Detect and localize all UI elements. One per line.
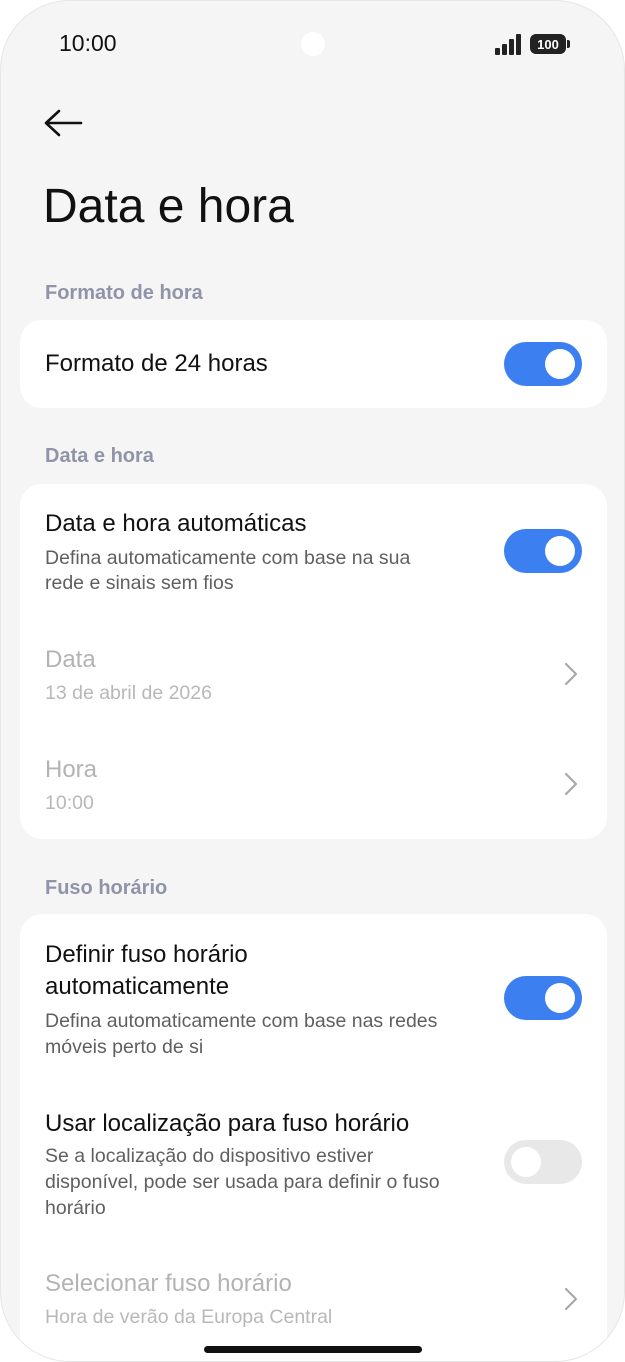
row-value: 10:00	[45, 792, 94, 814]
camera-cutout	[301, 32, 325, 56]
arrow-left-icon	[44, 109, 83, 137]
row-title: Hora	[45, 756, 98, 783]
row-subtitle: rede e sinais sem fios	[45, 572, 234, 594]
card-date-time: Data e hora automáticas Defina automatic…	[20, 484, 607, 839]
back-button[interactable]	[41, 103, 85, 143]
row-location-timezone[interactable]: Usar localização para fuso horário Se a …	[20, 1084, 607, 1234]
status-time: 10:00	[59, 30, 117, 56]
row-subtitle: Defina automaticamente com base na sua	[45, 547, 411, 569]
row-value: Hora de verão da Europa Central	[45, 1306, 333, 1328]
signal-icon	[495, 33, 523, 55]
page-title: Data e hora	[43, 180, 294, 233]
chevron-right-icon	[564, 662, 578, 686]
row-24h-format[interactable]: Formato de 24 horas	[20, 320, 607, 408]
phone-screen: 10:00 100 Data e hora Formato de hora Fo…	[0, 0, 625, 1362]
row-value: 13 de abril de 2026	[45, 682, 212, 704]
row-time[interactable]: Hora 10:00	[20, 734, 607, 834]
row-title: Data e hora automáticas	[45, 510, 307, 537]
section-label-date-time: Data e hora	[45, 445, 154, 467]
row-title: Formato de 24 horas	[45, 350, 268, 377]
row-title: Selecionar fuso horário	[45, 1270, 292, 1297]
row-subtitle: Se a localização do dispositivo estiver	[45, 1145, 374, 1167]
row-select-timezone[interactable]: Selecionar fuso horário Hora de verão da…	[20, 1254, 607, 1354]
row-title: Usar localização para fuso horário	[45, 1110, 410, 1137]
chevron-right-icon	[564, 772, 578, 796]
section-label-time-format: Formato de hora	[45, 282, 203, 304]
battery-level: 100	[530, 34, 566, 54]
status-bar: 10:00 100	[1, 1, 624, 87]
card-timezone: Definir fuso horário automaticamente Def…	[20, 914, 607, 1361]
row-subtitle: disponível, pode ser usada para definir …	[45, 1171, 440, 1193]
row-auto-date-time[interactable]: Data e hora automáticas Defina automatic…	[20, 484, 607, 614]
row-title: Data	[45, 646, 96, 673]
toggle-auto-date-time[interactable]	[504, 529, 582, 573]
toggle-auto-timezone[interactable]	[504, 976, 582, 1020]
battery-icon: 100	[530, 34, 570, 54]
home-indicator[interactable]	[204, 1346, 422, 1353]
toggle-location-timezone[interactable]	[504, 1140, 582, 1184]
toggle-24h-format[interactable]	[504, 342, 582, 386]
row-title: automaticamente	[45, 973, 230, 1000]
row-subtitle: horário	[45, 1197, 106, 1219]
row-auto-timezone[interactable]: Definir fuso horário automaticamente Def…	[20, 914, 607, 1074]
row-subtitle: Defina automaticamente com base nas rede…	[45, 1010, 438, 1032]
row-date[interactable]: Data 13 de abril de 2026	[20, 624, 607, 724]
row-subtitle: móveis perto de si	[45, 1036, 204, 1058]
row-title: Definir fuso horário	[45, 941, 248, 968]
section-label-timezone: Fuso horário	[45, 877, 168, 899]
card-time-format: Formato de 24 horas	[20, 320, 607, 408]
chevron-right-icon	[564, 1287, 578, 1311]
